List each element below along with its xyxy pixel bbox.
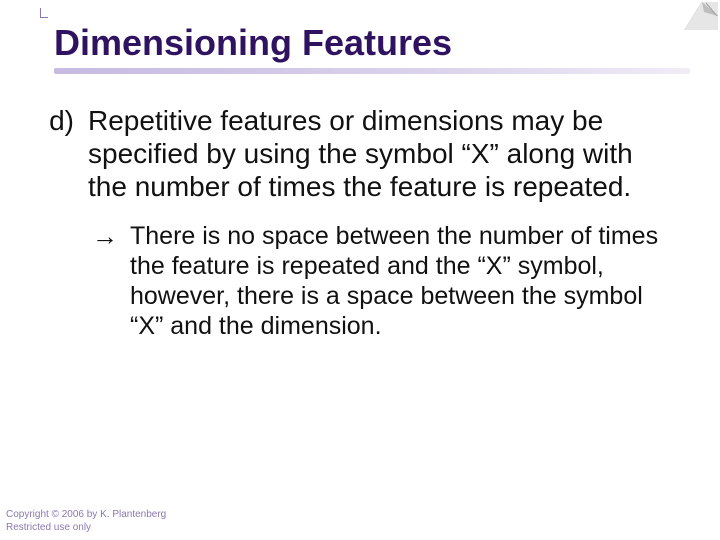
restriction-line: Restricted use only [6,522,166,535]
bullet-text-arrow: There is no space between the number of … [130,221,678,341]
copyright-line: Copyright © 2006 by K. Plantenberg [6,509,166,522]
slide-body: d) Repetitive features or dimensions may… [40,100,678,341]
slide-title: Dimensioning Features [54,22,690,68]
bullet-marker-arrow: → [92,221,116,252]
slide-footer: Copyright © 2006 by K. Plantenberg Restr… [6,509,166,534]
decorative-tick [40,8,48,18]
bullet-marker-d: d) [40,104,74,137]
title-underline [54,68,690,74]
slide-title-block: Dimensioning Features [54,22,690,74]
bullet-d: d) Repetitive features or dimensions may… [40,104,678,203]
bullet-text-d: Repetitive features or dimensions may be… [88,104,678,203]
sub-bullet-arrow: → There is no space between the number o… [92,221,678,341]
